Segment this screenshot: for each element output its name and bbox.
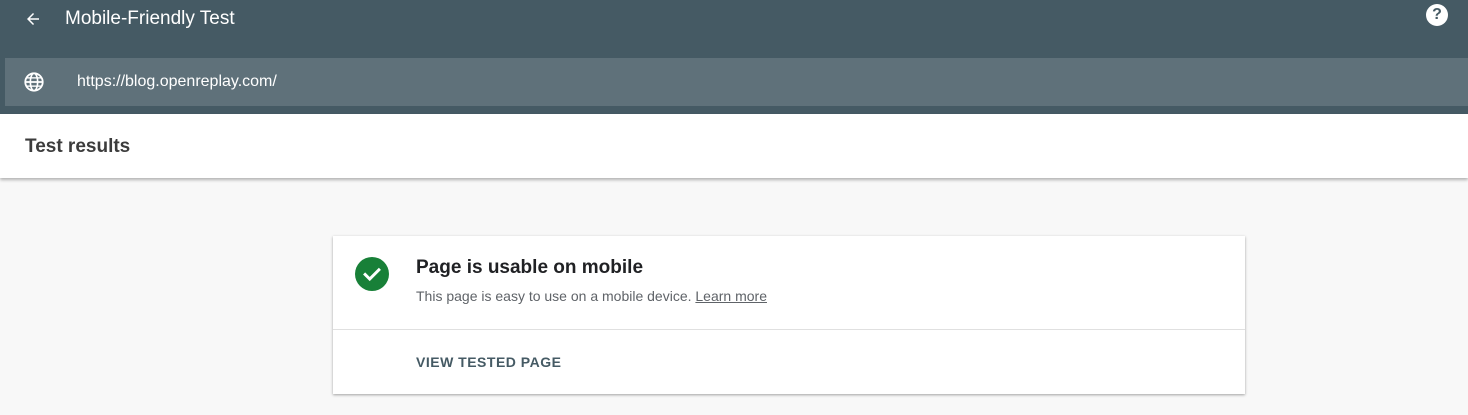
verdict-heading: Page is usable on mobile bbox=[416, 257, 644, 278]
back-button[interactable] bbox=[20, 6, 46, 32]
url-bar bbox=[5, 58, 1468, 106]
learn-more-link[interactable]: Learn more bbox=[695, 288, 767, 304]
check-circle-icon bbox=[355, 257, 389, 291]
url-input[interactable] bbox=[77, 70, 1377, 94]
help-icon: ? bbox=[1432, 6, 1442, 23]
arrow-back-icon bbox=[27, 13, 39, 25]
app-bar: Mobile-Friendly Test ? bbox=[0, 0, 1468, 114]
description-text: This page is easy to use on a mobile dev… bbox=[416, 288, 692, 304]
view-tested-page-button[interactable]: VIEW TESTED PAGE bbox=[416, 354, 561, 370]
results-header: Test results bbox=[0, 114, 1468, 178]
result-card: Page is usable on mobile This page is ea… bbox=[333, 236, 1245, 394]
checkmark-icon bbox=[363, 267, 381, 282]
help-button[interactable]: ? bbox=[1426, 4, 1448, 26]
verdict-description: This page is easy to use on a mobile dev… bbox=[416, 288, 767, 304]
results-title: Test results bbox=[25, 136, 131, 157]
globe-icon bbox=[24, 72, 44, 92]
divider bbox=[333, 329, 1245, 330]
page-title: Mobile-Friendly Test bbox=[65, 8, 235, 29]
